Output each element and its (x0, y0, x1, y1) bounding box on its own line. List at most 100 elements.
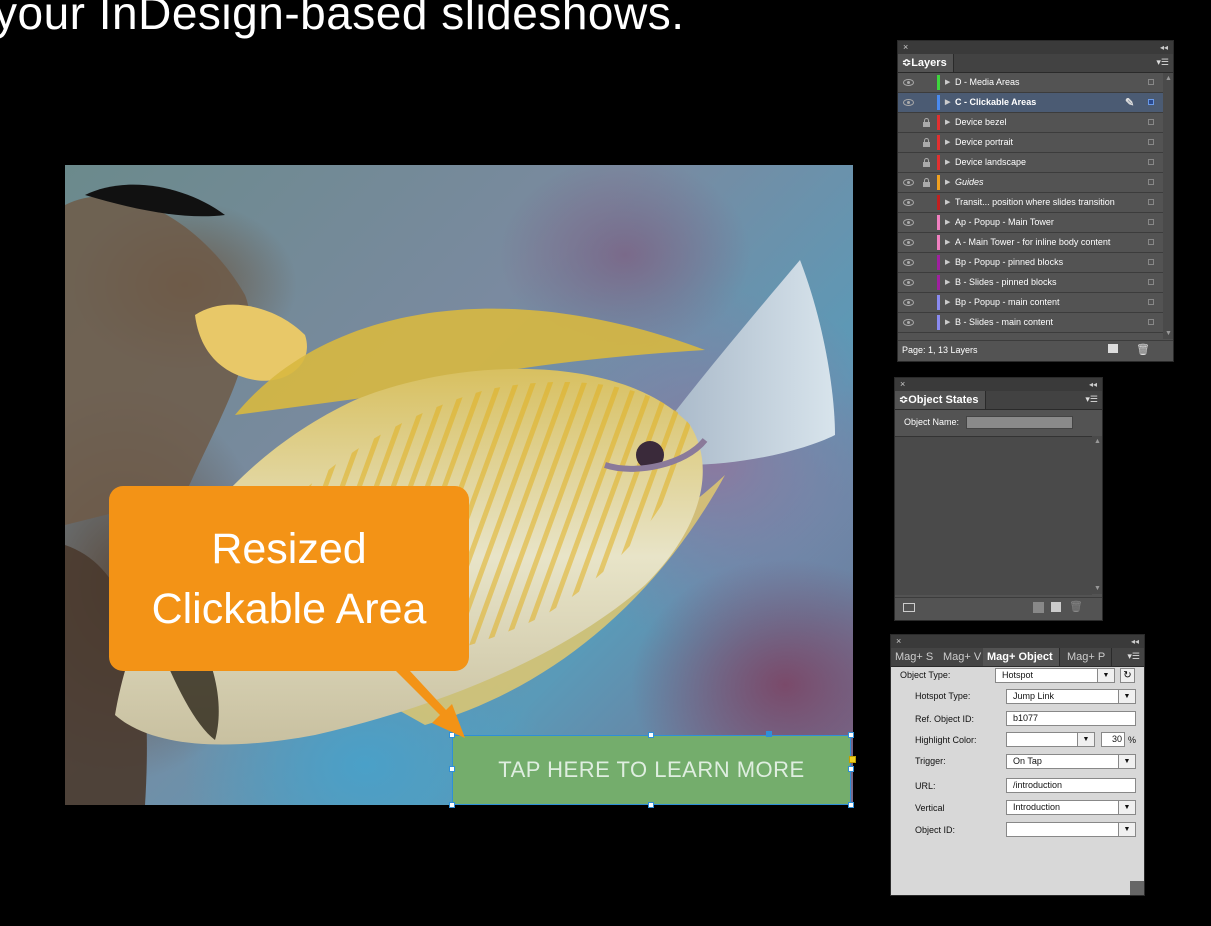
new-layer-icon[interactable] (1108, 344, 1118, 353)
anchor-handle[interactable] (766, 731, 772, 737)
expand-triangle-icon[interactable]: ▶ (945, 153, 950, 172)
resize-grip-icon[interactable] (1130, 881, 1144, 895)
eye-icon[interactable] (903, 179, 914, 186)
panel-menu-icon[interactable]: ▾☰ (1127, 651, 1140, 662)
collapse-icon[interactable]: ◂◂ (1131, 635, 1139, 648)
vertical-select[interactable]: Introduction ▼ (1006, 800, 1136, 815)
refresh-icon[interactable]: ↻ (1120, 668, 1135, 683)
tab-magplus-v[interactable]: Mag+ V (939, 648, 988, 666)
layer-row[interactable]: ▶ Bp - Popup - pinned blocks (898, 253, 1173, 273)
collapse-icon[interactable]: ◂◂ (1160, 41, 1168, 54)
preview-icon[interactable] (903, 603, 915, 612)
layers-scrollbar[interactable]: ▲ ▼ (1163, 73, 1173, 339)
expand-triangle-icon[interactable]: ▶ (945, 173, 950, 192)
tab-object-states[interactable]: ≎Object States (895, 391, 986, 409)
layer-row[interactable]: ▶ Device bezel (898, 113, 1173, 133)
tab-layers[interactable]: ≎Layers (898, 54, 954, 72)
panel-menu-icon[interactable]: ▾☰ (1085, 394, 1098, 405)
hotspot-type-select[interactable]: Jump Link ▼ (1006, 689, 1136, 704)
selection-square-icon[interactable] (1148, 159, 1154, 165)
tab-magplus-s[interactable]: Mag+ S (891, 648, 940, 666)
expand-triangle-icon[interactable]: ▶ (945, 313, 950, 332)
selection-square-icon[interactable] (1148, 179, 1154, 185)
trigger-select[interactable]: On Tap ▼ (1006, 754, 1136, 769)
layer-row[interactable]: ▶ Device portrait (898, 133, 1173, 153)
eye-icon[interactable] (903, 239, 914, 246)
expand-triangle-icon[interactable]: ▶ (945, 133, 950, 152)
resize-handle-tc[interactable] (648, 732, 654, 738)
object-states-scrollbar[interactable]: ▲ ▼ (1092, 436, 1102, 594)
tab-magplus-p[interactable]: Mag+ P (1063, 648, 1113, 666)
lock-icon[interactable] (923, 138, 930, 147)
object-name-field[interactable] (966, 416, 1073, 429)
chevron-down-icon: ▼ (1077, 733, 1094, 746)
layer-row[interactable]: ▶ A - Main Tower - for inline body conten… (898, 233, 1173, 253)
eye-icon[interactable] (903, 199, 914, 206)
lock-icon[interactable] (923, 118, 930, 127)
selection-square-icon[interactable] (1148, 239, 1154, 245)
trash-icon[interactable]: 🗑 (1069, 600, 1083, 613)
eye-icon[interactable] (903, 79, 914, 86)
close-icon[interactable]: × (903, 41, 908, 54)
close-icon[interactable]: × (896, 635, 901, 648)
eye-icon[interactable] (903, 279, 914, 286)
eye-icon[interactable] (903, 319, 914, 326)
layer-row[interactable]: ▶ Device landscape (898, 153, 1173, 173)
expand-triangle-icon[interactable]: ▶ (945, 293, 950, 312)
collapse-icon[interactable]: ◂◂ (1089, 378, 1097, 391)
lock-icon[interactable] (923, 178, 930, 187)
resize-handle-br[interactable] (848, 802, 854, 808)
resize-handle-ml[interactable] (449, 766, 455, 772)
url-field[interactable]: /introduction (1006, 778, 1136, 793)
selection-square-icon[interactable] (1148, 99, 1154, 105)
expand-triangle-icon[interactable]: ▶ (945, 213, 950, 232)
selection-square-icon[interactable] (1148, 199, 1154, 205)
panel-menu-icon[interactable]: ▾☰ (1156, 57, 1169, 68)
selection-square-icon[interactable] (1148, 259, 1154, 265)
expand-triangle-icon[interactable]: ▶ (945, 193, 950, 212)
resize-handle-mr[interactable] (848, 766, 854, 772)
highlight-color-select[interactable]: ▼ (1006, 732, 1095, 747)
resize-handle-bc[interactable] (648, 802, 654, 808)
selection-square-icon[interactable] (1148, 219, 1154, 225)
selection-square-icon[interactable] (1148, 139, 1154, 145)
expand-triangle-icon[interactable]: ▶ (945, 253, 950, 272)
layer-row[interactable]: ▶ Ap - Popup - Main Tower (898, 213, 1173, 233)
eye-icon[interactable] (903, 299, 914, 306)
expand-triangle-icon[interactable]: ▶ (945, 113, 950, 132)
layer-row[interactable]: ▶ Bp - Popup - main content (898, 293, 1173, 313)
resize-handle-tr[interactable] (848, 732, 854, 738)
highlight-percent-field[interactable]: 30 (1101, 732, 1125, 747)
eye-icon[interactable] (903, 259, 914, 266)
selection-square-icon[interactable] (1148, 79, 1154, 85)
expand-triangle-icon[interactable]: ▶ (945, 73, 950, 92)
close-icon[interactable]: × (900, 378, 905, 391)
object-id-select[interactable]: ▼ (1006, 822, 1136, 837)
selection-square-icon[interactable] (1148, 119, 1154, 125)
clickable-area-hotspot[interactable]: TAP HERE TO LEARN MORE (452, 735, 851, 805)
expand-triangle-icon[interactable]: ▶ (945, 233, 950, 252)
layers-status: Page: 1, 13 Layers (902, 345, 978, 355)
layer-row[interactable]: ▶ C - Clickable Areas ✎ (898, 93, 1173, 113)
layer-row[interactable]: ▶ B - Slides - pinned blocks (898, 273, 1173, 293)
eye-icon[interactable] (903, 99, 914, 106)
expand-triangle-icon[interactable]: ▶ (945, 93, 950, 112)
layer-row[interactable]: ▶ D - Media Areas (898, 73, 1173, 93)
layer-row[interactable]: ▶ Transit... position where slides transi… (898, 193, 1173, 213)
selection-square-icon[interactable] (1148, 319, 1154, 325)
ref-object-id-field[interactable]: b1077 (1006, 711, 1136, 726)
star-icon[interactable] (1033, 602, 1044, 613)
eye-icon[interactable] (903, 219, 914, 226)
resize-handle-bl[interactable] (449, 802, 455, 808)
layer-row[interactable]: ▶ Guides (898, 173, 1173, 193)
lock-icon[interactable] (923, 158, 930, 167)
expand-triangle-icon[interactable]: ▶ (945, 273, 950, 292)
tab-magplus-object[interactable]: Mag+ Object (983, 648, 1060, 666)
selection-square-icon[interactable] (1148, 299, 1154, 305)
object-states-list[interactable] (895, 436, 1092, 595)
selection-square-icon[interactable] (1148, 279, 1154, 285)
trash-icon[interactable]: 🗑 (1136, 343, 1150, 356)
new-state-icon[interactable] (1051, 602, 1061, 612)
object-type-select[interactable]: Hotspot ▼ (995, 668, 1115, 683)
layer-row[interactable]: ▶ B - Slides - main content (898, 313, 1173, 333)
